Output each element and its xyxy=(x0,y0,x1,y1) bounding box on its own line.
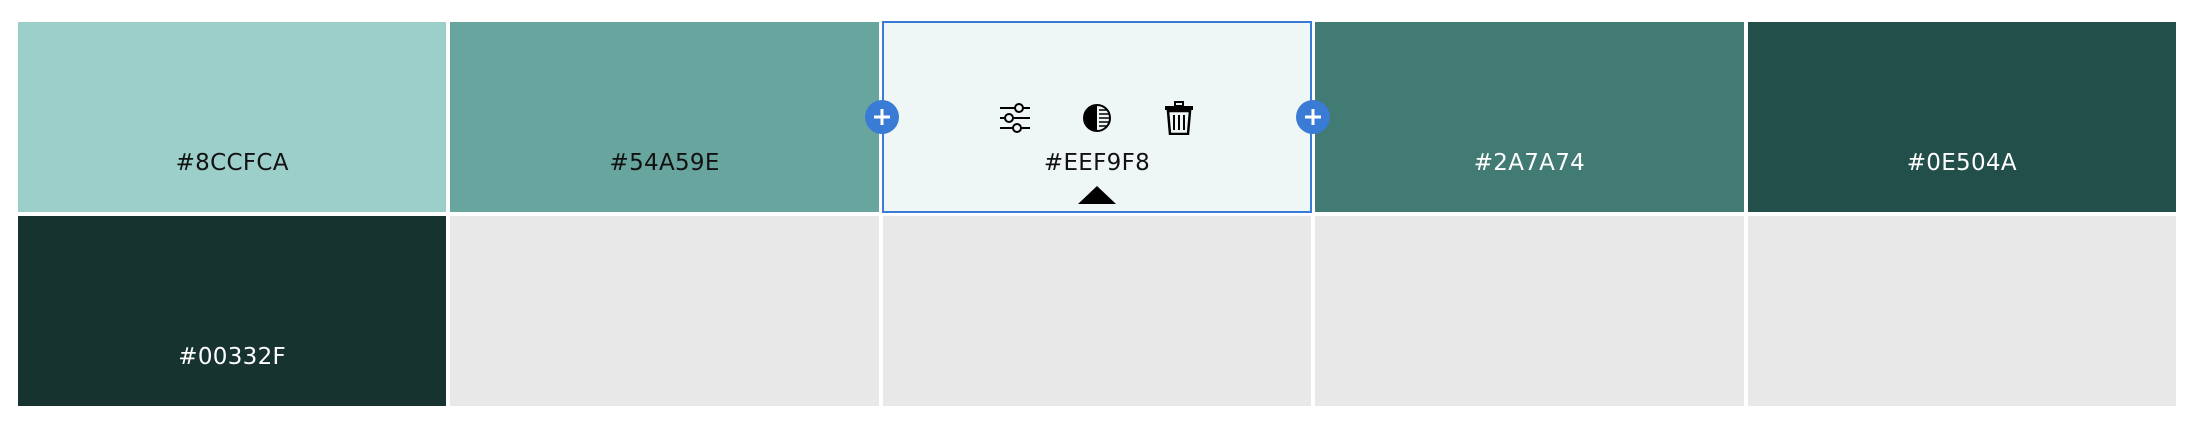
palette-grid: #8CCFCA #54A59E #EEF9F8 #2A7A74 #0E504A … xyxy=(18,21,2176,406)
swatch-2a7a74[interactable]: #2A7A74 xyxy=(1315,22,1744,212)
expand-caret-icon[interactable] xyxy=(1077,186,1116,204)
swatch-hex-label: #0E504A xyxy=(1906,150,2017,176)
plus-icon xyxy=(1305,109,1321,125)
empty-swatch-slot xyxy=(1315,216,1744,406)
swatch-hex-label: #EEF9F8 xyxy=(1043,150,1151,176)
swatch-hex-label: #54A59E xyxy=(609,150,720,176)
empty-swatch-slot xyxy=(1747,216,2176,406)
swatch-eef9f8-selected[interactable]: #EEF9F8 xyxy=(881,21,1313,213)
contrast-icon[interactable] xyxy=(1077,98,1117,138)
swatch-0e504a[interactable]: #0E504A xyxy=(1747,22,2176,212)
swatch-hex-label: #8CCFCA xyxy=(175,150,289,176)
swatch-00332f[interactable]: #00332F xyxy=(18,216,447,406)
swatch-hex-label: #2A7A74 xyxy=(1473,150,1586,176)
empty-swatch-slot xyxy=(450,216,879,406)
plus-icon xyxy=(874,109,890,125)
swatch-8ccfca[interactable]: #8CCFCA xyxy=(18,22,447,212)
swatch-54a59e[interactable]: #54A59E xyxy=(450,22,879,212)
swatch-hex-label: #00332F xyxy=(178,344,287,370)
add-color-before-button[interactable] xyxy=(865,100,899,134)
empty-swatch-slot xyxy=(882,216,1312,406)
add-color-after-button[interactable] xyxy=(1296,100,1330,134)
adjust-sliders-icon[interactable] xyxy=(995,98,1035,138)
swatch-toolbar xyxy=(883,98,1311,138)
trash-icon[interactable] xyxy=(1159,98,1199,138)
